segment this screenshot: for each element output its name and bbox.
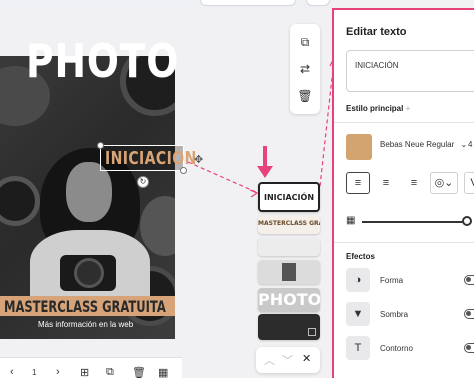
layer-background[interactable] [258,314,320,340]
effect-contorno-label: Contorno [380,344,413,353]
layer-photo[interactable]: PHOTO [258,288,320,312]
add-page-icon[interactable]: ⊞ [80,366,89,378]
chevron-down-icon: ⌄ [460,140,468,149]
sombra-icon[interactable]: ▼ [346,302,370,326]
trash-icon[interactable]: 🗑 [297,88,313,104]
forma-icon[interactable]: ◑ [346,268,370,292]
align-left-button[interactable]: ≡ [346,172,370,194]
delete-page-icon[interactable]: 🗑 [132,366,146,378]
image-icon [308,328,316,336]
next-page-icon[interactable]: › [56,366,60,378]
font-name: Bebas Neue Regular [380,140,455,149]
portrait-thumbnail [282,263,296,281]
prev-page-icon[interactable]: ‹ [10,366,14,378]
effects-label: Efectos [346,252,375,261]
highlight-arrow [263,146,267,168]
layer-portrait[interactable] [258,260,320,284]
element-toolbar: ⧉ ⇄ 🗑 [290,24,320,114]
layer-label: PHOTO [258,290,320,309]
layer-more-info[interactable] [258,238,320,256]
text-input[interactable]: INICIACIÓN [346,50,474,92]
forma-toggle[interactable] [464,275,474,285]
highlight-arrow-head [257,166,273,178]
duplicate-icon[interactable]: ⧉ [297,34,313,50]
duplicate-page-icon[interactable]: ⧉ [106,366,114,378]
panel-title: Editar texto [346,26,407,38]
opacity-slider-knob[interactable] [462,216,472,226]
color-swatch[interactable] [346,134,372,160]
align-right-button[interactable]: ≡ [402,172,426,194]
main-style-label: Estilo principal + [346,104,410,113]
main-style-text: Estilo principal [346,104,404,113]
effect-sombra-label: Sombra [380,310,409,319]
sombra-toggle[interactable] [464,309,474,319]
text-color-button[interactable]: ◎⌄ [430,172,458,194]
chevron-down-icon[interactable]: ﹀ [282,352,293,368]
bottom-toolbar: ‹ 1 › ⊞ ⧉ 🗑 ▦ [0,357,182,378]
layer-label: INICIACIÓN [263,193,315,202]
opacity-icon: ▦ [346,215,356,226]
font-select[interactable]: Bebas Neue Regular ⌄ [380,140,467,149]
layer-nav: ︿ ﹀ ✕ [256,347,320,373]
layer-masterclass[interactable]: MASTERCLASS GRATUITA [258,216,320,234]
opacity-slider-track[interactable] [362,221,468,223]
text-input-value: INICIACIÓN [355,61,399,70]
effect-forma-label: Forma [380,276,404,285]
layer-iniciacion[interactable]: INICIACIÓN [258,182,320,212]
chevron-up-icon[interactable]: ︿ [264,352,275,368]
contorno-toggle[interactable] [464,343,474,353]
replace-icon[interactable]: ⇄ [297,61,313,77]
close-icon[interactable]: ✕ [302,352,311,365]
divider [334,122,474,123]
contorno-icon[interactable]: T [346,336,370,360]
add-style-icon[interactable]: + [406,104,411,113]
page-number: 1 [32,368,37,377]
divider [334,242,474,243]
grid-icon[interactable]: ▦ [158,366,168,378]
layer-label: MASTERCLASS GRATUITA [258,220,320,227]
edit-text-panel: Editar texto INICIACIÓN Estilo principal… [332,8,474,378]
font-size-field[interactable]: 4 [468,140,472,149]
align-center-button[interactable]: ≡ [374,172,398,194]
more-format-button[interactable]: V [464,172,474,194]
